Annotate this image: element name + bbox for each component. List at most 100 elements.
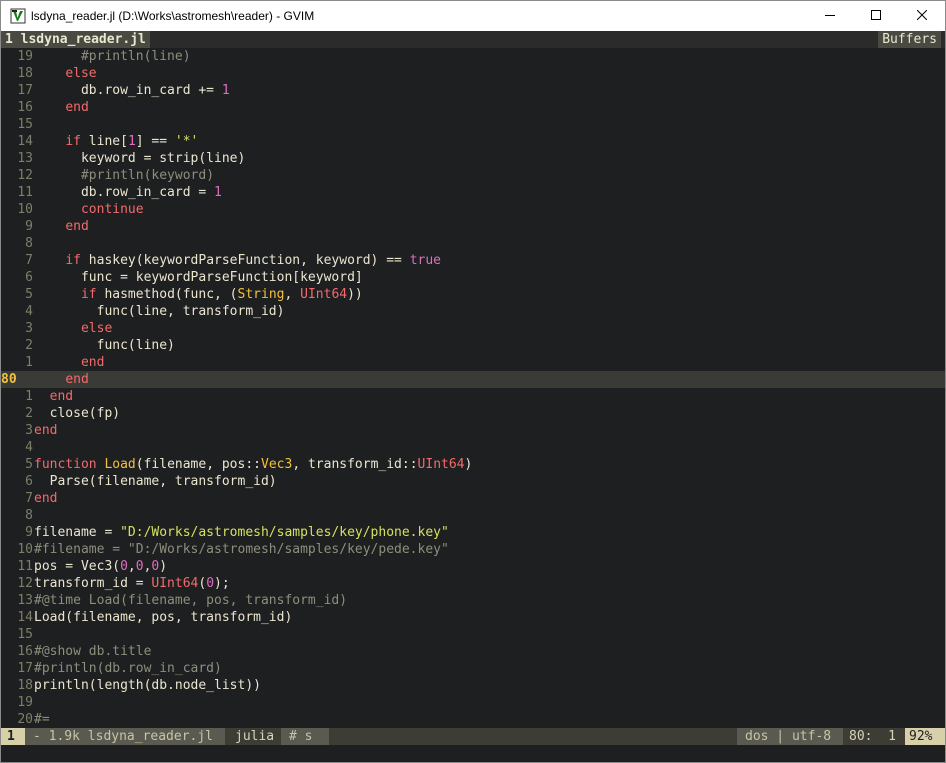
code-line[interactable]: 12 #println(keyword) [1, 167, 945, 184]
code-token: end [34, 491, 58, 506]
code-line[interactable]: 15 [1, 626, 945, 643]
code-text: keyword = strip(line) [33, 150, 245, 167]
code-text: end [33, 388, 73, 405]
code-line[interactable]: 18println(length(db.node_list)) [1, 677, 945, 694]
code-line[interactable]: 1 end [1, 354, 945, 371]
code-line[interactable]: 4 func(line, transform_id) [1, 303, 945, 320]
line-number: 18 [17, 66, 33, 81]
command-line[interactable] [1, 745, 945, 762]
code-token: (filename, pos:: [135, 457, 261, 472]
tab-lsdyna-reader[interactable]: 1 lsdyna_reader.jl [1, 31, 150, 48]
code-line[interactable]: 20#= [1, 711, 945, 728]
code-line[interactable]: 14 if line[1] == '*' [1, 133, 945, 150]
code-token: #println(line) [80, 49, 191, 64]
code-line[interactable]: 16#@show db.title [1, 643, 945, 660]
code-line[interactable]: 11 db.row_in_card = 1 [1, 184, 945, 201]
line-number: 13 [17, 593, 33, 608]
code-token: end [34, 423, 58, 438]
code-token: 0 [206, 576, 215, 591]
code-line[interactable]: 2 func(line) [1, 337, 945, 354]
code-line[interactable]: 4 [1, 439, 945, 456]
code-text: filename = "D:/Works/astromesh/samples/k… [33, 524, 449, 541]
line-number: 17 [17, 83, 33, 98]
minimize-button[interactable] [807, 1, 853, 31]
code-line[interactable]: 8 [1, 235, 945, 252]
code-text: #= [33, 711, 50, 728]
line-number: 12 [17, 168, 33, 183]
code-line[interactable]: 6 Parse(filename, transform_id) [1, 473, 945, 490]
editor-area[interactable]: 19 #println(line) 18 else 17 db.row_in_car… [1, 48, 945, 728]
code-token: if [80, 287, 97, 302]
code-text: #@show db.title [33, 643, 151, 660]
code-token: else [80, 321, 113, 336]
code-line[interactable]: 13 keyword = strip(line) [1, 150, 945, 167]
code-line[interactable]: 19 [1, 694, 945, 711]
title-bar[interactable]: lsdyna_reader.jl (D:\Works\astromesh\rea… [1, 1, 945, 31]
line-number: 15 [17, 117, 33, 132]
minimize-icon [825, 9, 835, 23]
code-line[interactable]: 6 func = keywordParseFunction[keyword] [1, 269, 945, 286]
code-line[interactable]: 9 end [1, 218, 945, 235]
code-text: if hasmethod(func, (String, UInt64)) [33, 286, 363, 303]
code-line[interactable]: 10 continue [1, 201, 945, 218]
line-number: 13 [17, 151, 33, 166]
code-token: ] == [135, 134, 175, 149]
code-token: continue [80, 202, 144, 217]
tab-line: 1 lsdyna_reader.jl Buffers [1, 31, 945, 48]
code-line[interactable]: 2 close(fp) [1, 405, 945, 422]
code-line[interactable]: 7end [1, 490, 945, 507]
line-number: 2 [25, 406, 33, 421]
code-token: UInt64 [300, 287, 348, 302]
code-line[interactable]: 17#println(db.row_in_card) [1, 660, 945, 677]
code-token: close(fp) [34, 406, 121, 421]
code-token: end [80, 355, 105, 370]
code-line[interactable]: 9filename = "D:/Works/astromesh/samples/… [1, 524, 945, 541]
code-line[interactable]: 7 if haskey(keywordParseFunction, keywor… [1, 252, 945, 269]
code-line[interactable]: 12transform_id = UInt64(0); [1, 575, 945, 592]
code-line[interactable]: 16 end [1, 99, 945, 116]
code-line[interactable]: 11pos = Vec3(0,0,0) [1, 558, 945, 575]
code-token: UInt64 [151, 576, 199, 591]
line-number: 11 [17, 185, 33, 200]
code-text: end [33, 99, 88, 116]
code-line[interactable]: 17 db.row_in_card += 1 [1, 82, 945, 99]
code-token: func(line) [34, 338, 175, 353]
code-token: true [409, 253, 442, 268]
code-line[interactable]: 15 [1, 116, 945, 133]
code-text: function Load(filename, pos::Vec3, trans… [33, 456, 472, 473]
code-token: Load(filename, pos, transform_id) [34, 610, 293, 625]
code-line[interactable]: 3 else [1, 320, 945, 337]
line-number: 10 [17, 202, 33, 217]
code-line[interactable]: 1 end [1, 388, 945, 405]
code-token: end [49, 389, 74, 404]
cursor-line[interactable]: 80 end [1, 371, 945, 388]
code-text: else [33, 320, 112, 337]
code-token: 1 [221, 83, 230, 98]
code-line[interactable]: 5 if hasmethod(func, (String, UInt64)) [1, 286, 945, 303]
close-button[interactable] [899, 1, 945, 31]
code-line[interactable]: 19 #println(line) [1, 48, 945, 65]
code-line[interactable]: 18 else [1, 65, 945, 82]
code-line[interactable]: 5function Load(filename, pos::Vec3, tran… [1, 456, 945, 473]
code-text: #filename = "D:/Works/astromesh/samples/… [33, 541, 449, 558]
line-number: 20 [17, 712, 33, 727]
code-text: func = keywordParseFunction[keyword] [33, 269, 363, 286]
line-number: 19 [17, 49, 33, 64]
code-line[interactable]: 14Load(filename, pos, transform_id) [1, 609, 945, 626]
code-text: end [33, 490, 57, 507]
code-line[interactable]: 3end [1, 422, 945, 439]
code-line[interactable]: 10#filename = "D:/Works/astromesh/sample… [1, 541, 945, 558]
status-percent: 92% [905, 728, 945, 745]
line-number: 11 [17, 559, 33, 574]
code-line[interactable]: 13#@time Load(filename, pos, transform_i… [1, 592, 945, 609]
buffers-label[interactable]: Buffers [878, 31, 941, 48]
code-token: else [65, 66, 97, 81]
code-token: )) [347, 287, 363, 302]
maximize-button[interactable] [853, 1, 899, 31]
code-line[interactable]: 8 [1, 507, 945, 524]
